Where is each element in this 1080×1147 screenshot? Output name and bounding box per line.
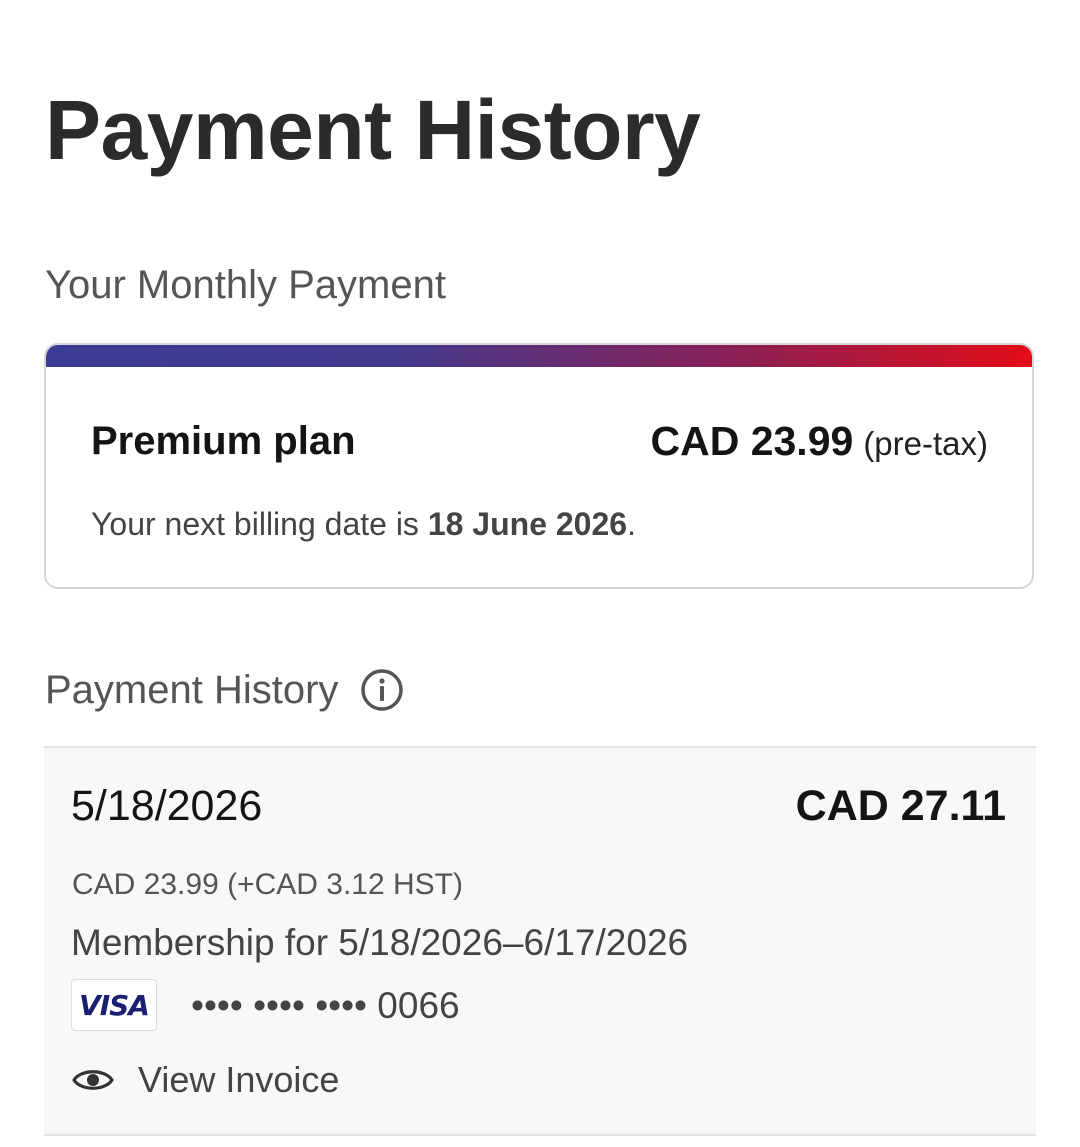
plan-card: Premium plan CAD 23.99 (pre-tax) Your nex… xyxy=(44,343,1034,589)
view-invoice-link[interactable]: View Invoice xyxy=(72,1062,339,1098)
plan-price-note: (pre-tax) xyxy=(863,425,988,462)
info-icon[interactable] xyxy=(360,668,404,712)
membership-period: Membership for 5/18/2026–6/17/2026 xyxy=(71,922,689,963)
card-number: •••• •••• •••• 0066 xyxy=(191,984,460,1026)
view-invoice-label: View Invoice xyxy=(138,1059,340,1100)
payment-method: VISA •••• •••• •••• 0066 xyxy=(71,979,460,1031)
monthly-payment-heading: Your Monthly Payment xyxy=(45,263,446,307)
eye-icon xyxy=(72,1065,114,1095)
payment-breakdown: CAD 23.99 (+CAD 3.12 HST) xyxy=(72,868,463,901)
plan-price-amount: CAD 23.99 xyxy=(650,418,854,464)
payment-history-list: 5/18/2026 CAD 27.11 CAD 23.99 (+CAD 3.12… xyxy=(44,746,1036,1136)
plan-card-accent-bar xyxy=(46,345,1032,367)
payment-history-heading: Payment History xyxy=(45,668,404,712)
page-title: Payment History xyxy=(45,83,701,177)
visa-card-logo: VISA xyxy=(71,979,157,1031)
plan-name: Premium plan xyxy=(91,419,356,463)
plan-price: CAD 23.99 (pre-tax) xyxy=(650,421,988,462)
payment-total: CAD 27.11 xyxy=(795,782,1006,830)
billing-suffix: . xyxy=(627,506,636,542)
payment-history-label: Payment History xyxy=(45,668,339,712)
billing-date: 18 June 2026 xyxy=(427,506,628,542)
payment-date: 5/18/2026 xyxy=(71,782,263,830)
next-billing-text: Your next billing date is 18 June 2026. xyxy=(91,508,636,540)
billing-prefix: Your next billing date is xyxy=(91,506,428,542)
